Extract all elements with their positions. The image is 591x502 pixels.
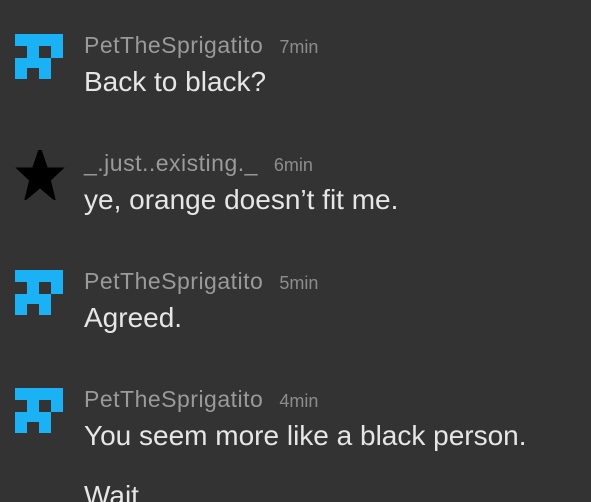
timestamp: 7min [279,37,319,57]
username[interactable]: _.just..existing._ [84,150,258,176]
pixel-logo-icon[interactable] [13,268,67,318]
pixel-logo-icon[interactable] [13,32,67,82]
timestamp: 5min [279,273,319,293]
chat-log: PetTheSprigatito 7min Back to black? _.ju… [0,0,591,502]
username[interactable]: PetTheSprigatito [84,386,263,412]
pixel-logo-icon[interactable] [13,386,67,436]
message-text: ye, orange doesn’t fit me. [84,184,399,215]
username[interactable]: PetTheSprigatito [84,32,263,58]
username[interactable]: PetTheSprigatito [84,268,263,294]
message-header: PetTheSprigatito 5min [84,268,318,295]
star-icon[interactable] [13,150,67,200]
message-header: PetTheSprigatito 7min [84,32,318,59]
message-header: _.just..existing._ 6min [84,150,313,177]
message-text: Back to black? [84,66,267,97]
message-header: PetTheSprigatito 4min [84,386,318,413]
message-text: Wait [84,480,139,502]
timestamp: 4min [279,391,319,411]
timestamp: 6min [273,155,313,175]
message-text: You seem more like a black person. [84,420,527,451]
message-text: Agreed. [84,302,183,333]
